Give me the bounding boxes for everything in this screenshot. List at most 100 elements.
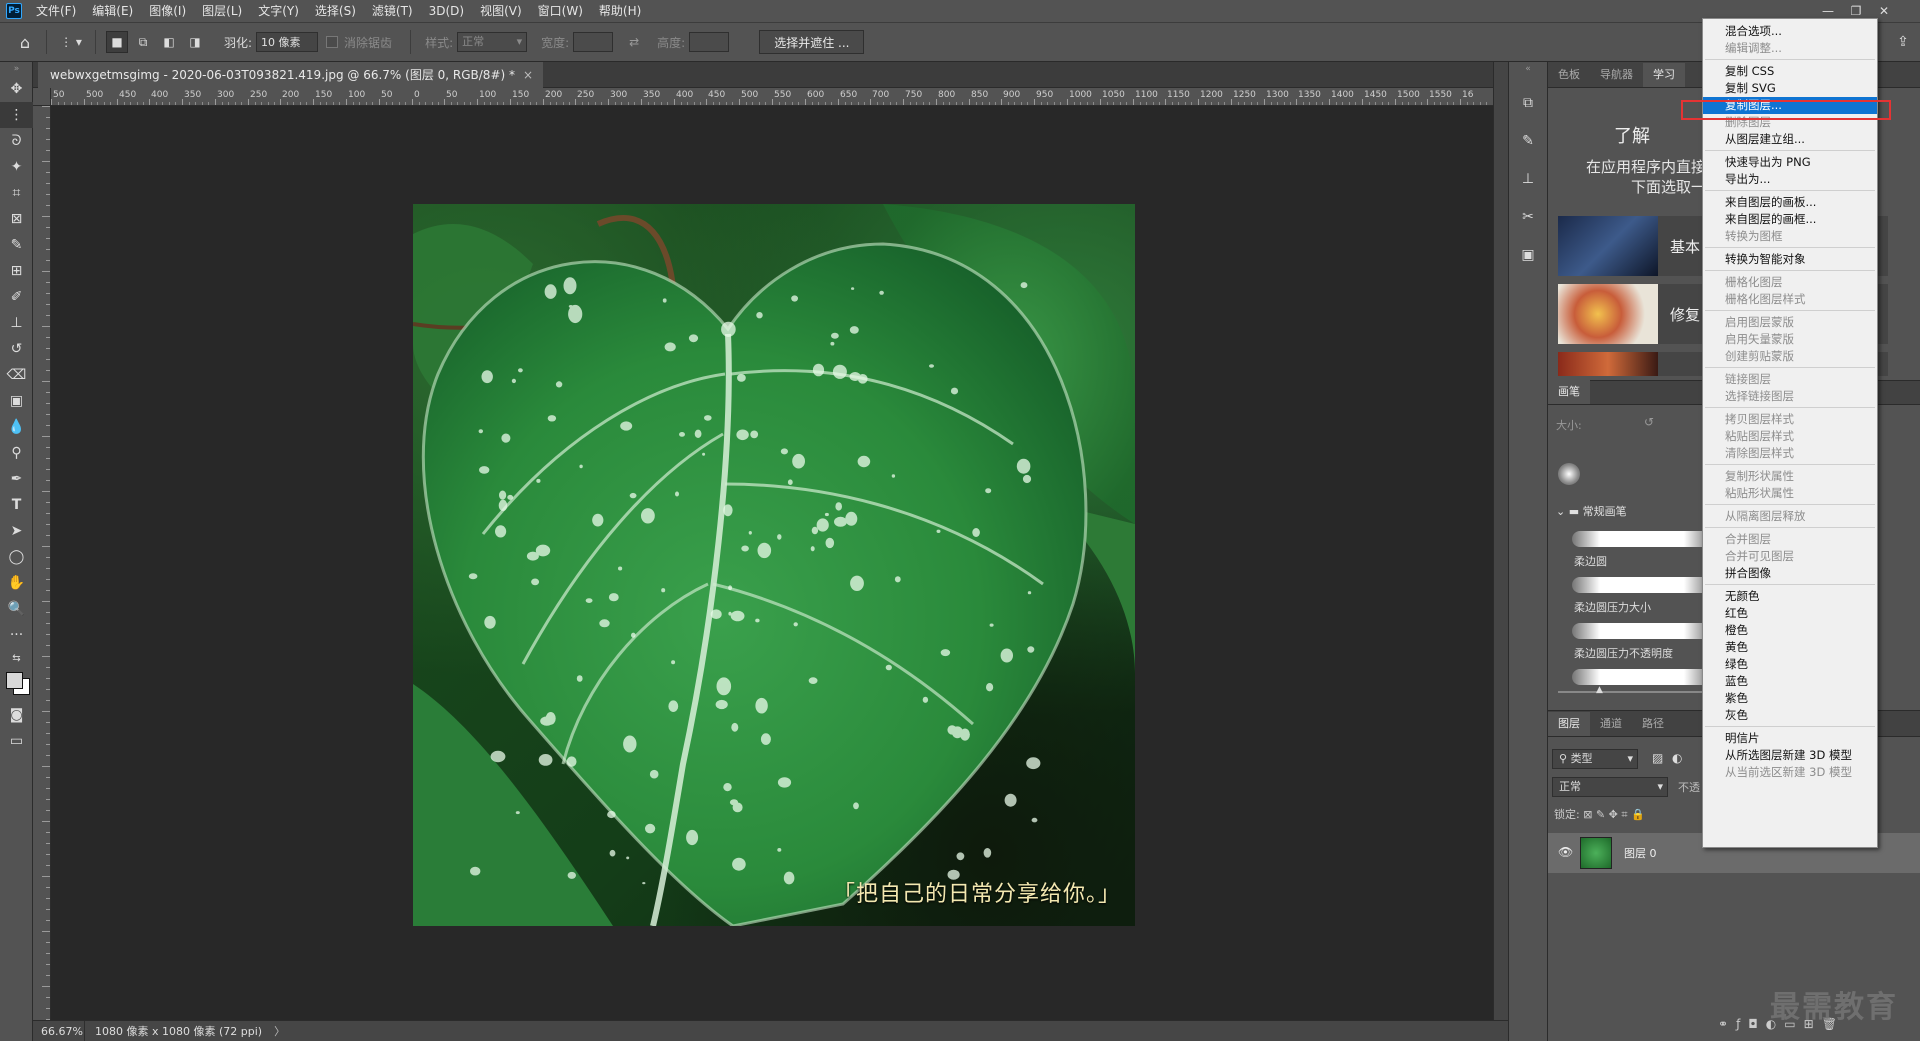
menu-item[interactable]: 窗口(W) xyxy=(530,0,591,22)
tab-learn[interactable]: 学习 xyxy=(1643,63,1685,87)
lasso-tool-icon[interactable]: ᘐ xyxy=(0,128,33,154)
share-icon[interactable]: ⇪ xyxy=(1892,31,1914,53)
frame-tool-icon[interactable]: ⊠ xyxy=(0,206,33,232)
antialias-checkbox[interactable] xyxy=(326,36,339,48)
context-menu-item[interactable]: 快速导出为 PNG xyxy=(1703,154,1877,171)
path-selection-tool-icon[interactable]: ➤ xyxy=(0,518,33,544)
brush-group[interactable]: ⌄ ▬ 常规画笔 xyxy=(1556,503,1627,519)
context-menu-item[interactable]: 转换为智能对象 xyxy=(1703,251,1877,268)
tab-brushes[interactable]: 画笔 xyxy=(1548,380,1590,404)
history-brush-tool-icon[interactable]: ↺ xyxy=(0,336,33,362)
new-selection-icon[interactable]: ■ xyxy=(106,31,128,53)
clone-stamp-tool-icon[interactable]: ⊥ xyxy=(0,310,33,336)
more-tools-icon[interactable]: ··· xyxy=(0,622,33,648)
tab-channels[interactable]: 通道 xyxy=(1590,712,1632,736)
quick-mask-icon[interactable]: ◙ xyxy=(0,702,33,728)
type-tool-icon[interactable]: T xyxy=(0,492,33,518)
move-tool-icon[interactable]: ✥ xyxy=(0,76,33,102)
context-menu-item[interactable]: 复制 CSS xyxy=(1703,63,1877,80)
menu-item[interactable]: 编辑(E) xyxy=(84,0,141,22)
lock-position-icon[interactable]: ✥ xyxy=(1609,808,1618,821)
brush-settings-icon[interactable]: ✎ xyxy=(1509,122,1547,160)
height-input[interactable] xyxy=(689,32,730,52)
clone-source-icon[interactable]: ⊥ xyxy=(1509,160,1547,198)
width-input[interactable] xyxy=(573,32,614,52)
tab-layers[interactable]: 图层 xyxy=(1548,712,1590,736)
menu-item[interactable]: 图像(I) xyxy=(141,0,194,22)
tab-swatches[interactable]: 色板 xyxy=(1548,63,1590,87)
document-image[interactable]: 「把自己的日常分享给你。」 xyxy=(413,204,1135,926)
context-menu-item[interactable]: 来自图层的画板... xyxy=(1703,194,1877,211)
brush-size-slider[interactable] xyxy=(1558,691,1708,693)
swap-colors-icon[interactable]: ⇆ xyxy=(0,648,33,668)
blur-tool-icon[interactable]: 💧 xyxy=(0,414,33,440)
home-icon[interactable]: ⌂ xyxy=(14,31,36,53)
context-menu-item[interactable]: 红色 xyxy=(1703,605,1877,622)
context-menu-item[interactable]: 从所选图层新建 3D 模型 xyxy=(1703,747,1877,764)
marquee-tool-icon[interactable]: ⋮ xyxy=(0,102,33,128)
reset-icon[interactable]: ↺ xyxy=(1644,415,1654,429)
properties-panel-icon[interactable]: ▣ xyxy=(1509,236,1547,274)
foreground-color-swatch[interactable] xyxy=(6,672,23,689)
lock-paint-icon[interactable]: ✎ xyxy=(1596,808,1605,821)
menu-item[interactable]: 3D(D) xyxy=(421,0,472,22)
brush-preview-icon[interactable] xyxy=(1558,463,1580,485)
context-menu-item[interactable]: 混合选项... xyxy=(1703,23,1877,40)
document-tab[interactable]: webwxgetmsgimg - 2020-06-03T093821.419.j… xyxy=(38,62,544,88)
context-menu-item[interactable]: 绿色 xyxy=(1703,656,1877,673)
lock-pixels-icon[interactable]: ⊠ xyxy=(1583,808,1592,821)
add-selection-icon[interactable]: ⧉ xyxy=(132,31,154,53)
collapse-icon[interactable]: » xyxy=(0,62,33,76)
filter-adjustment-icon[interactable]: ◐ xyxy=(1672,751,1682,765)
eyedropper-tool-icon[interactable]: ✎ xyxy=(0,232,33,258)
layer-filter-select[interactable]: ⚲ 类型 ▾ xyxy=(1552,749,1638,769)
dodge-tool-icon[interactable]: ⚲ xyxy=(0,440,33,466)
horizontal-ruler[interactable]: 50 500 450 400 350 300 250 200 150 100 50 0 50 100 150… xyxy=(51,88,1493,106)
history-panel-icon[interactable]: ⧉ xyxy=(1509,84,1547,122)
close-tab-icon[interactable]: × xyxy=(523,62,533,88)
tab-paths[interactable]: 路径 xyxy=(1632,712,1674,736)
context-menu-item[interactable]: 紫色 xyxy=(1703,690,1877,707)
collapse-icon[interactable]: « xyxy=(1509,62,1547,76)
menu-item[interactable]: 文字(Y) xyxy=(250,0,307,22)
context-menu-item[interactable]: 无颜色 xyxy=(1703,588,1877,605)
context-menu-item[interactable]: 来自图层的画框... xyxy=(1703,211,1877,228)
menu-item[interactable]: 帮助(H) xyxy=(591,0,649,22)
blend-mode-select[interactable]: 正常 ▾ xyxy=(1552,777,1668,797)
add-mask-icon[interactable]: ◘ xyxy=(1748,1017,1766,1031)
pen-tool-icon[interactable]: ✒ xyxy=(0,466,33,492)
menu-item[interactable]: 视图(V) xyxy=(472,0,530,22)
fx-icon[interactable]: ƒ xyxy=(1736,1017,1748,1031)
context-menu-item[interactable]: 黄色 xyxy=(1703,639,1877,656)
menu-item[interactable]: 图层(L) xyxy=(194,0,250,22)
magic-wand-tool-icon[interactable]: ✦ xyxy=(0,154,33,180)
healing-brush-tool-icon[interactable]: ⊞ xyxy=(0,258,33,284)
color-swatches[interactable] xyxy=(0,668,32,702)
tool-preset-icon[interactable]: ⋮ ▾ xyxy=(57,31,85,53)
status-menu-arrow-icon[interactable]: 〉 xyxy=(274,1023,285,1039)
context-menu-item[interactable]: 橙色 xyxy=(1703,622,1877,639)
gradient-tool-icon[interactable]: ▣ xyxy=(0,388,33,414)
lock-artboard-icon[interactable]: ⌗ xyxy=(1621,808,1627,821)
zoom-level[interactable]: 66.67% xyxy=(33,1020,85,1041)
tools-preset-icon[interactable]: ✂ xyxy=(1509,198,1547,236)
eraser-tool-icon[interactable]: ⌫ xyxy=(0,362,33,388)
feather-input[interactable] xyxy=(256,32,319,52)
context-menu-item[interactable]: 导出为... xyxy=(1703,171,1877,188)
context-menu-item[interactable]: 拼合图像 xyxy=(1703,565,1877,582)
context-menu-item[interactable]: 蓝色 xyxy=(1703,673,1877,690)
menu-item[interactable]: 选择(S) xyxy=(307,0,364,22)
swap-icon[interactable]: ⇄ xyxy=(623,31,645,53)
context-menu-item[interactable]: 灰色 xyxy=(1703,707,1877,724)
filter-image-icon[interactable]: ▨ xyxy=(1652,751,1663,765)
context-menu-item[interactable]: 明信片 xyxy=(1703,730,1877,747)
link-layers-icon[interactable]: ⚭ xyxy=(1718,1017,1736,1031)
menu-item[interactable]: 滤镜(T) xyxy=(364,0,421,22)
vertical-scrollbar[interactable] xyxy=(1493,62,1508,1020)
style-select[interactable]: 正常 ▾ xyxy=(457,32,528,52)
subtract-selection-icon[interactable]: ◧ xyxy=(158,31,180,53)
tab-navigator[interactable]: 导航器 xyxy=(1590,63,1643,87)
context-menu-item[interactable]: 复制 SVG xyxy=(1703,80,1877,97)
brush-tool-icon[interactable]: ✐ xyxy=(0,284,33,310)
layer-name[interactable]: 图层 0 xyxy=(1624,845,1657,861)
